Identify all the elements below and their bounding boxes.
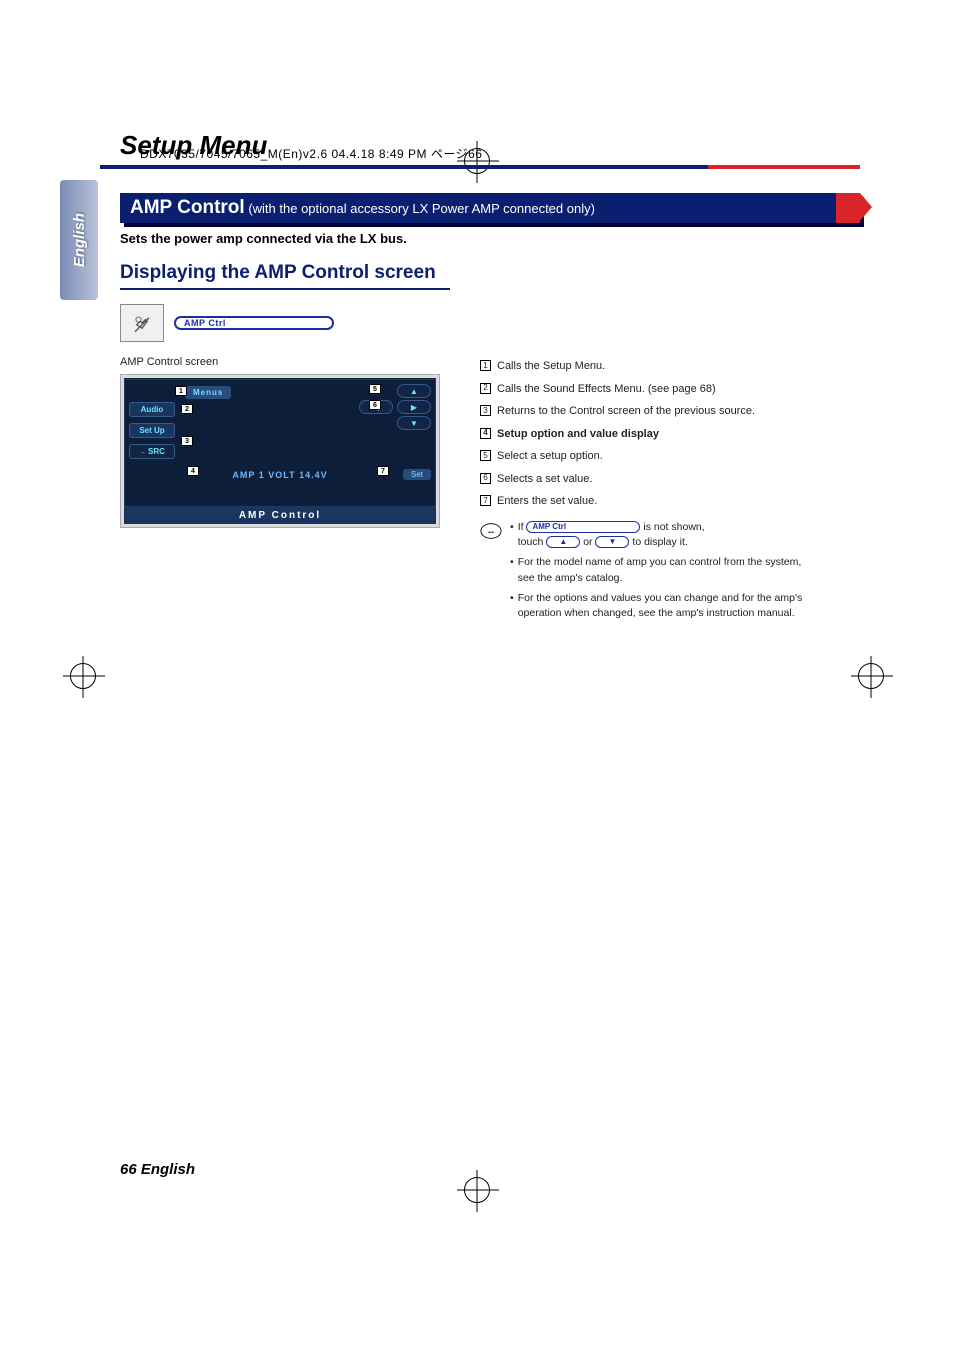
- src-button[interactable]: SRC: [129, 444, 175, 459]
- note-icon: •••: [480, 520, 502, 548]
- note-1: If AMP Ctrl is not shown, touch ▲ or ▼ t…: [510, 520, 820, 552]
- chapter-title: Setup Menu: [100, 130, 860, 161]
- svg-text:•••: •••: [488, 529, 494, 535]
- touch-hand-icon: [120, 304, 164, 342]
- up-arrow-button[interactable]: ▲: [397, 384, 431, 398]
- amp-ctrl-inline-button[interactable]: AMP Ctrl: [526, 521, 640, 533]
- callout-1: 1: [175, 386, 187, 396]
- callout-3: 3: [181, 436, 193, 446]
- heading-underline: [120, 288, 450, 290]
- amp-ctrl-button[interactable]: AMP Ctrl: [174, 316, 334, 330]
- section-subtitle: Sets the power amp connected via the LX …: [120, 231, 860, 246]
- callout-6: 6: [369, 400, 381, 410]
- language-label: English: [71, 213, 88, 267]
- callout-desc-5: 5Select a setup option.: [480, 448, 820, 465]
- note-2: For the model name of amp you can contro…: [510, 555, 820, 587]
- right-column: 1Calls the Setup Menu. 2Calls the Sound …: [480, 262, 820, 626]
- registration-mark-icon: [858, 663, 884, 689]
- page-content: English Setup Menu AMP Control (with the…: [100, 130, 860, 1190]
- registration-mark-icon: [70, 663, 96, 689]
- set-button[interactable]: Set: [403, 469, 431, 480]
- banner-qualifier: (with the optional accessory LX Power AM…: [248, 201, 595, 216]
- setup-button[interactable]: Set Up: [129, 423, 175, 438]
- audio-button[interactable]: Audio: [129, 402, 175, 417]
- callout-4: 4: [187, 466, 199, 476]
- down-arrow-button[interactable]: ▼: [397, 416, 431, 430]
- callout-desc-3: 3Returns to the Control screen of the pr…: [480, 403, 820, 420]
- right-arrow-button[interactable]: ▶: [397, 400, 431, 414]
- banner-title: AMP Control: [130, 197, 245, 218]
- callout-desc-4: 4Setup option and value display: [480, 426, 820, 443]
- down-arrow-inline-button[interactable]: ▼: [595, 536, 629, 548]
- device-footer: AMP Control: [124, 507, 436, 524]
- callout-desc-7: 7Enters the set value.: [480, 493, 820, 510]
- left-column: Displaying the AMP Control screen AMP Ct…: [120, 262, 450, 626]
- callout-5: 5: [369, 384, 381, 394]
- note-block: ••• If AMP Ctrl is not shown, touch ▲ or…: [480, 520, 820, 627]
- menus-button[interactable]: Menus: [185, 386, 231, 399]
- page-footer: 66 English: [120, 1161, 195, 1178]
- up-arrow-inline-button[interactable]: ▲: [546, 536, 580, 548]
- touch-instruction: AMP Ctrl: [120, 304, 450, 342]
- subsection-heading: Displaying the AMP Control screen: [120, 262, 450, 284]
- section-banner: AMP Control (with the optional accessory…: [120, 193, 860, 223]
- callout-2: 2: [181, 404, 193, 414]
- device-screenshot: Menus Audio Set Up SRC ▲ ◀ ▶ ▼ A: [120, 374, 440, 528]
- callout-7: 7: [377, 466, 389, 476]
- callout-desc-1: 1Calls the Setup Menu.: [480, 358, 820, 375]
- note-3: For the options and values you can chang…: [510, 591, 820, 623]
- language-side-tab: English: [60, 180, 98, 300]
- screen-caption: AMP Control screen: [120, 356, 450, 368]
- callout-desc-2: 2Calls the Sound Effects Menu. (see page…: [480, 381, 820, 398]
- callout-desc-6: 6Selects a set value.: [480, 471, 820, 488]
- chapter-underline: [100, 165, 860, 169]
